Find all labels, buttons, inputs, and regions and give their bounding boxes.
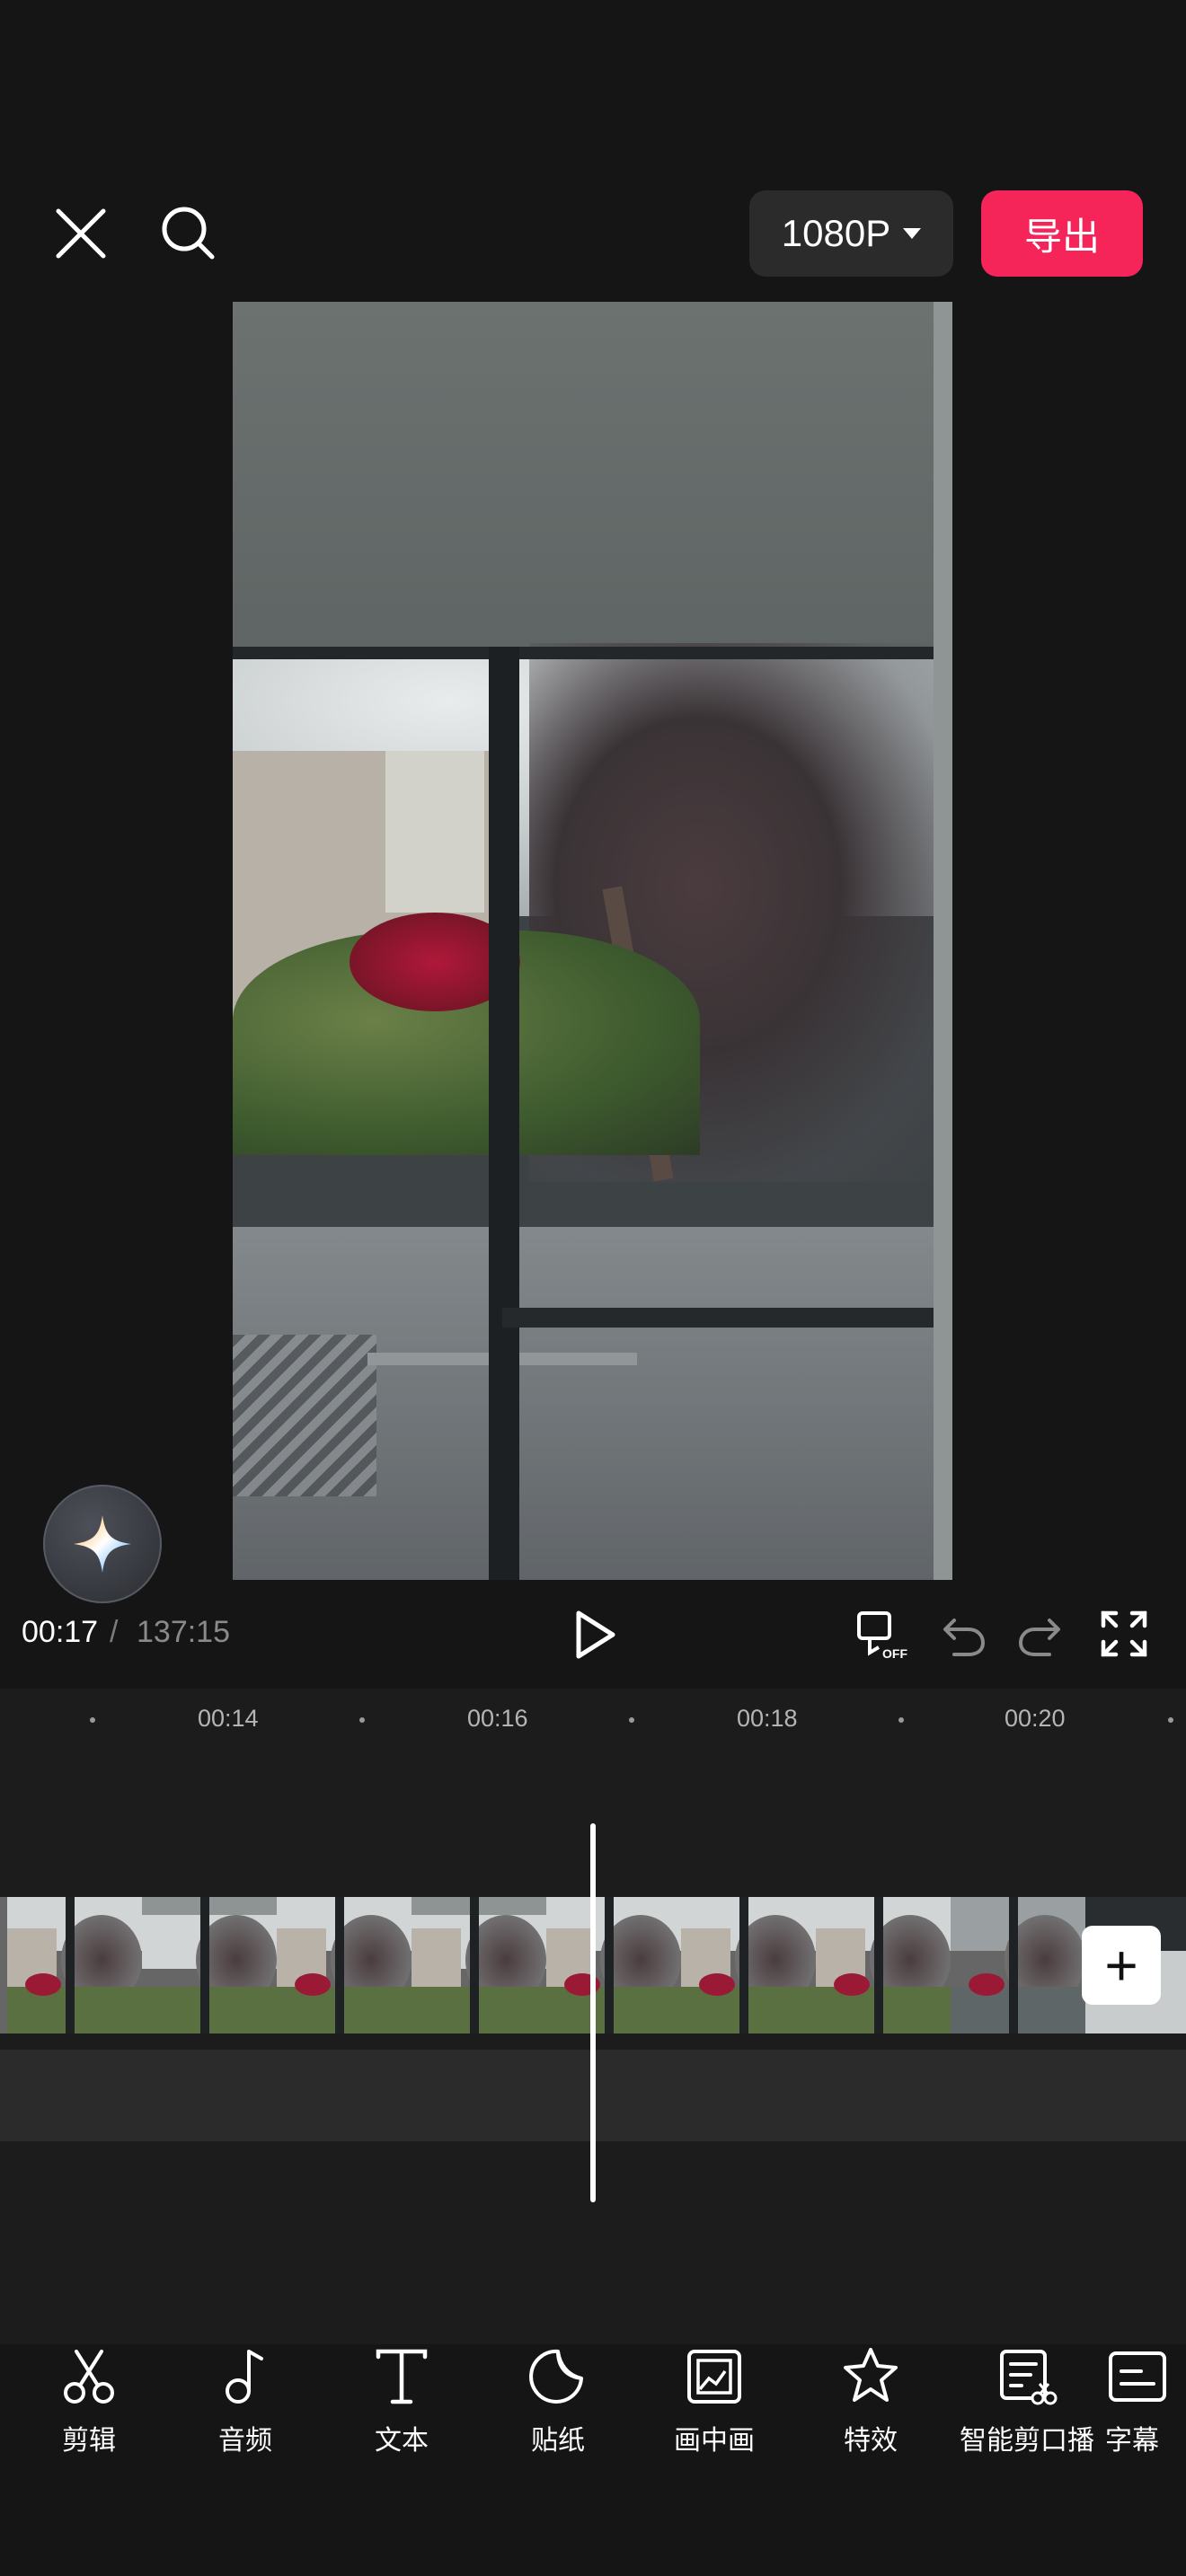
- preview-ceiling: [233, 302, 952, 647]
- preview-window-rail: [502, 1308, 934, 1328]
- toolbar-label: 剪辑: [62, 2426, 116, 2456]
- preview-window-frame: [934, 302, 952, 1580]
- ruler-label: 00:14: [198, 1705, 259, 1732]
- keyframe-off-icon: OFF: [857, 1611, 907, 1661]
- video-preview[interactable]: [233, 302, 952, 1580]
- add-clip-button[interactable]: +: [1082, 1926, 1161, 2005]
- toolbar-label: 智能剪口播: [960, 2426, 1094, 2456]
- toolbar-label: 画中画: [674, 2426, 755, 2456]
- preview-window-frame: [489, 647, 519, 1580]
- clip-thumbnail: [681, 1897, 816, 2033]
- ruler-label: 00:20: [1005, 1705, 1066, 1732]
- svg-text:OFF: OFF: [882, 1646, 907, 1661]
- clip-thumbnail: [142, 1897, 277, 2033]
- toolbar-item-text[interactable]: 文本: [323, 2344, 480, 2470]
- undo-button[interactable]: [934, 1610, 988, 1660]
- time-separator: /: [110, 1615, 119, 1649]
- play-icon: [576, 1610, 615, 1659]
- ruler-dot: [1168, 1717, 1173, 1723]
- preview-building: [385, 751, 484, 913]
- toolbar-label: 音频: [218, 2426, 272, 2456]
- sticker-icon: [529, 2349, 583, 2404]
- toolbar-label: 字幕: [1105, 2426, 1159, 2456]
- ruler-label: 00:18: [737, 1705, 798, 1732]
- toolbar-label: 特效: [844, 2426, 898, 2456]
- redo-icon: [1018, 1619, 1060, 1656]
- export-button[interactable]: 导出: [981, 190, 1143, 277]
- captions-icon: [1109, 2351, 1166, 2402]
- play-button[interactable]: [570, 1608, 620, 1662]
- toolbar-item-edit[interactable]: 剪辑: [11, 2344, 167, 2470]
- clip-thumbnail: [277, 1897, 412, 2033]
- close-button[interactable]: [49, 202, 112, 265]
- toolbar-item-captions[interactable]: 字幕: [1105, 2344, 1186, 2470]
- effects-star-icon: [844, 2348, 898, 2402]
- export-label: 导出: [1023, 215, 1100, 258]
- ruler-label: 00:16: [467, 1705, 528, 1732]
- redo-button[interactable]: [1015, 1610, 1069, 1660]
- fullscreen-icon: [1101, 1610, 1147, 1657]
- clip-thumbnail: [816, 1897, 951, 2033]
- clip-thumbnail: [546, 1897, 681, 2033]
- toolbar-item-smart-cut[interactable]: 智能剪口播: [949, 2344, 1105, 2470]
- search-icon: [162, 207, 215, 260]
- current-time: 00:17: [22, 1615, 99, 1649]
- search-button[interactable]: [155, 199, 223, 268]
- clip-thumbnail: [412, 1897, 546, 2033]
- ruler-dot: [90, 1717, 95, 1723]
- toolbar-item-pip[interactable]: 画中画: [636, 2344, 792, 2470]
- toolbar-item-effects[interactable]: 特效: [792, 2344, 949, 2470]
- text-icon: [376, 2349, 428, 2404]
- undo-icon: [943, 1619, 986, 1656]
- toolbar-label: 文本: [375, 2426, 429, 2456]
- playhead[interactable]: [590, 1823, 596, 2202]
- scissors-icon: [64, 2350, 114, 2404]
- resolution-dropdown[interactable]: 1080P: [749, 190, 953, 277]
- caret-down-icon: [903, 228, 922, 239]
- ai-assistant-button[interactable]: [43, 1485, 162, 1603]
- ruler-dot: [629, 1717, 634, 1723]
- picture-in-picture-icon: [687, 2350, 741, 2404]
- total-duration: 137:15: [137, 1615, 230, 1649]
- ruler-dot: [898, 1717, 904, 1723]
- smart-cut-icon: [1000, 2350, 1058, 2405]
- fullscreen-button[interactable]: [1098, 1608, 1150, 1660]
- toolbar-item-sticker[interactable]: 贴纸: [480, 2344, 636, 2470]
- keyframe-off-button[interactable]: OFF: [855, 1608, 909, 1662]
- clip-thumbnail: [7, 1897, 142, 2033]
- music-note-icon: [226, 2350, 263, 2404]
- clip-thumbnail: [951, 1897, 1085, 2033]
- toolbar-label: 贴纸: [531, 2426, 585, 2456]
- close-icon: [56, 208, 106, 259]
- preview-glass: [233, 1227, 952, 1580]
- preview-window-frame: [233, 647, 952, 659]
- sparkle-icon: [74, 1515, 131, 1573]
- resolution-label: 1080P: [781, 212, 891, 254]
- ruler-dot: [359, 1717, 365, 1723]
- toolbar-item-audio[interactable]: 音频: [167, 2344, 323, 2470]
